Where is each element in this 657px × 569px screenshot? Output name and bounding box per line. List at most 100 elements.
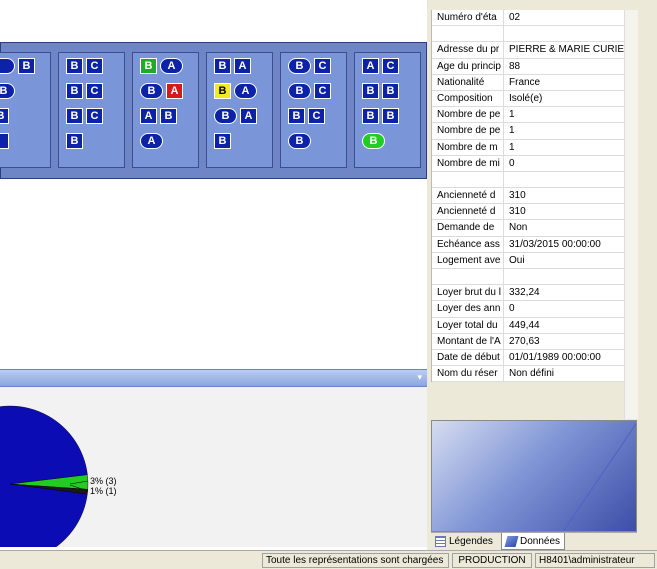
panel-tabs: Légendes Données <box>431 532 637 551</box>
apartment-cell[interactable]: B <box>18 58 35 74</box>
property-row[interactable]: Ancienneté d 310 <box>432 204 625 221</box>
tab-legendes[interactable]: Légendes <box>431 533 497 550</box>
property-row[interactable]: Adresse du pr PIERRE & MARIE CURIE <box>432 42 625 59</box>
apartment-cell[interactable]: B <box>214 133 231 149</box>
property-row[interactable]: Numéro d'éta 02 <box>432 10 625 27</box>
chart-pane-header: ▾ <box>0 369 427 387</box>
tab-label: Données <box>520 535 561 547</box>
apartment-cell[interactable]: B <box>214 108 237 124</box>
stairwell-block: BCBCBCB <box>280 52 347 168</box>
apartment-cell[interactable]: B <box>214 83 231 99</box>
property-row[interactable]: Nombre de pe 1 <box>432 123 625 140</box>
apartment-cell[interactable]: C <box>382 58 399 74</box>
property-row[interactable]: Loyer total du 449,44 <box>432 317 625 334</box>
apartment-cell[interactable]: A <box>362 58 379 74</box>
apartment-cell[interactable]: B <box>66 58 83 74</box>
apartment-cell[interactable]: B <box>288 108 305 124</box>
apartment-cell[interactable]: B <box>362 133 385 149</box>
property-row[interactable]: Nombre de m 1 <box>432 139 625 156</box>
property-row[interactable]: Age du princip 88 <box>432 58 625 75</box>
apartment-cell[interactable]: B <box>0 83 15 99</box>
property-row[interactable]: Nombre de mi 0 <box>432 155 625 172</box>
property-name: Loyer brut du l <box>432 285 504 301</box>
apartment-cell[interactable]: A <box>140 133 163 149</box>
apartment-cell[interactable]: B <box>214 58 231 74</box>
property-name: Ancienneté d <box>432 188 504 204</box>
apartment-cell[interactable]: C <box>314 83 331 99</box>
apartment-cell[interactable]: A <box>160 58 183 74</box>
property-name: Montant de l'A <box>432 333 504 349</box>
property-value: 270,63 <box>509 335 540 347</box>
apartment-cell[interactable] <box>0 133 9 149</box>
status-bar: Toute les représentations sont chargées … <box>0 550 657 569</box>
properties-scrollbar[interactable] <box>624 10 638 419</box>
property-row[interactable]: Demande de Non <box>432 220 625 237</box>
apartment-cell[interactable]: B <box>362 108 379 124</box>
property-row[interactable]: Nombre de pe 1 <box>432 107 625 124</box>
apartment-cell[interactable]: B <box>66 108 83 124</box>
property-name: Nombre de mi <box>432 155 504 171</box>
property-name: Nombre de pe <box>432 123 504 139</box>
apartment-cell[interactable]: B <box>362 83 379 99</box>
property-row[interactable]: Nom du réser Non défini <box>432 366 625 383</box>
apartment-cell[interactable]: A <box>166 83 183 99</box>
apartment-cell[interactable]: B <box>288 83 311 99</box>
property-row[interactable] <box>432 171 625 189</box>
property-value: 332,24 <box>509 287 540 299</box>
apartment-cell[interactable]: B <box>140 83 163 99</box>
property-value: 02 <box>509 12 521 23</box>
apartment-cell[interactable]: A <box>240 108 257 124</box>
apartment-cell[interactable]: B <box>0 108 9 124</box>
apartment-cell[interactable]: B <box>66 83 83 99</box>
property-row[interactable]: Loyer des ann 0 <box>432 301 625 318</box>
property-name: Adresse du pr <box>432 42 504 58</box>
property-row[interactable]: Ancienneté d 310 <box>432 188 625 205</box>
apartment-cell[interactable]: A <box>234 83 257 99</box>
property-name: Loyer des ann <box>432 301 504 317</box>
property-row[interactable] <box>432 269 625 286</box>
apartment-cell[interactable] <box>0 58 15 74</box>
property-row[interactable] <box>432 26 625 43</box>
properties-panel: Numéro d'éta 02 Adresse du pr PIERRE & MARI… <box>427 0 657 569</box>
tab-donnees[interactable]: Données <box>501 533 566 550</box>
apartment-cell[interactable]: C <box>86 83 103 99</box>
pin-icon[interactable]: ▾ <box>417 372 422 383</box>
property-row[interactable]: Montant de l'A 270,63 <box>432 333 625 350</box>
apartment-cell[interactable]: B <box>288 58 311 74</box>
property-value: 1 <box>509 125 515 137</box>
property-value: 0 <box>509 157 515 169</box>
apartment-cell[interactable]: B <box>382 83 399 99</box>
property-row[interactable]: Logement ave Oui <box>432 252 625 269</box>
description-panel <box>431 420 637 532</box>
property-row[interactable]: Composition Isolé(e) <box>432 90 625 108</box>
apartment-cell[interactable]: A <box>140 108 157 124</box>
apartment-cell[interactable]: B <box>140 58 157 74</box>
property-row[interactable]: Nationalité France <box>432 74 625 91</box>
apartment-cell[interactable]: C <box>86 58 103 74</box>
apartment-cell[interactable]: B <box>66 133 83 149</box>
environment-indicator: PRODUCTION <box>452 553 532 568</box>
property-name: Age du princip <box>432 58 504 74</box>
data-icon <box>504 535 519 547</box>
property-name: Date de début <box>432 349 504 366</box>
property-name: Nombre de pe <box>432 107 504 123</box>
apartment-cell[interactable]: C <box>314 58 331 74</box>
property-row[interactable]: Echéance ass 31/03/2015 00:00:00 <box>432 236 625 253</box>
property-value: 1 <box>509 141 515 153</box>
property-value: 310 <box>509 206 526 218</box>
property-value: 449,44 <box>509 319 540 331</box>
apartment-cell[interactable]: A <box>234 58 251 74</box>
property-name: Composition <box>432 90 504 107</box>
apartment-cell[interactable]: B <box>160 108 177 124</box>
property-row[interactable]: Loyer brut du l 332,24 <box>432 285 625 302</box>
apartment-cell[interactable]: C <box>86 108 103 124</box>
apartment-cell[interactable]: B <box>382 108 399 124</box>
property-name <box>432 269 504 285</box>
property-row[interactable]: Date de début 01/01/1989 00:00:00 <box>432 349 625 367</box>
property-value <box>504 26 625 41</box>
apartment-cell[interactable]: B <box>288 133 311 149</box>
property-name: Nom du réser <box>432 366 504 382</box>
stairwell-block: BBB <box>0 52 51 168</box>
apartment-cell[interactable]: C <box>308 108 325 124</box>
property-value: Isolé(e) <box>509 92 543 104</box>
